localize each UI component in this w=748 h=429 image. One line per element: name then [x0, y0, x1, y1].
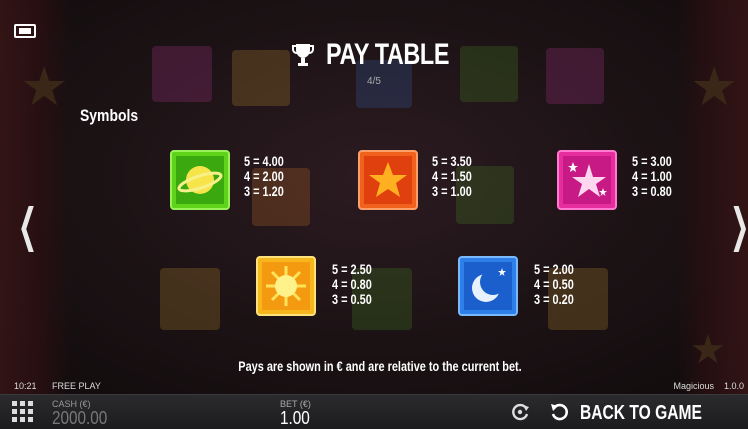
pay-line: 3 = 1.00 [432, 183, 472, 199]
background-star-icon: ★ [690, 328, 726, 372]
pay-line: 4 = 0.80 [332, 276, 372, 292]
autoplay-icon[interactable] [510, 402, 530, 422]
back-to-game-label: BACK TO GAME [580, 402, 702, 424]
pay-line: 3 = 0.80 [632, 183, 672, 199]
pay-line: 5 = 4.00 [244, 153, 284, 169]
symbol-pays: 5 = 2.00 4 = 0.50 3 = 0.20 [534, 262, 574, 307]
page-indicator: 4/5 [367, 76, 381, 87]
symbol-star [358, 150, 418, 210]
pays-note: Pays are shown in € and are relative to … [238, 358, 522, 374]
pay-line: 4 = 2.00 [244, 168, 284, 184]
pay-line: 3 = 1.20 [244, 183, 284, 199]
sun-icon [262, 262, 310, 310]
play-mode: FREE PLAY [52, 381, 101, 391]
section-label: Symbols [80, 106, 139, 125]
trophy-icon [291, 44, 314, 66]
game-version: 1.0.0 [723, 381, 744, 391]
game-name: Magicious [673, 381, 714, 391]
previous-page-arrow-icon[interactable]: ❮ [18, 200, 37, 250]
sparkle-star-icon [563, 156, 611, 204]
next-page-arrow-icon[interactable]: ❯ [730, 200, 748, 250]
back-arrow-icon [551, 403, 568, 421]
menu-grid-icon[interactable] [12, 401, 34, 423]
pay-line: 4 = 0.50 [534, 276, 574, 292]
bet-value: 1.00 [280, 408, 310, 428]
moon-icon [464, 262, 512, 310]
pay-line: 5 = 3.00 [632, 153, 672, 169]
pay-line: 5 = 2.00 [534, 261, 574, 277]
symbol-sun [256, 256, 316, 316]
planet-icon [176, 156, 224, 204]
symbol-moon [458, 256, 518, 316]
pay-line: 3 = 0.50 [332, 291, 372, 307]
symbol-planet [170, 150, 230, 210]
pay-line: 4 = 1.50 [432, 168, 472, 184]
title-row: PAY TABLE [0, 38, 748, 72]
clock: 10:21 [14, 381, 37, 391]
symbol-pays: 5 = 3.00 4 = 1.00 3 = 0.80 [632, 154, 672, 199]
cash-value: 2000.00 [52, 408, 108, 428]
bottom-bar: CASH (€) 2000.00 BET (€) 1.00 BACK TO GA… [0, 394, 748, 429]
symbol-pays: 5 = 4.00 4 = 2.00 3 = 1.20 [244, 154, 284, 199]
pay-line: 4 = 1.00 [632, 168, 672, 184]
pay-line: 5 = 3.50 [432, 153, 472, 169]
fullscreen-icon[interactable] [14, 24, 36, 38]
star-icon [364, 156, 412, 204]
pay-line: 5 = 2.50 [332, 261, 372, 277]
symbol-sparkle-star [557, 150, 617, 210]
symbol-pays: 5 = 3.50 4 = 1.50 3 = 1.00 [432, 154, 472, 199]
page-title: PAY TABLE [326, 38, 450, 71]
pay-line: 3 = 0.20 [534, 291, 574, 307]
background-cube [160, 268, 220, 330]
symbol-pays: 5 = 2.50 4 = 0.80 3 = 0.50 [332, 262, 372, 307]
